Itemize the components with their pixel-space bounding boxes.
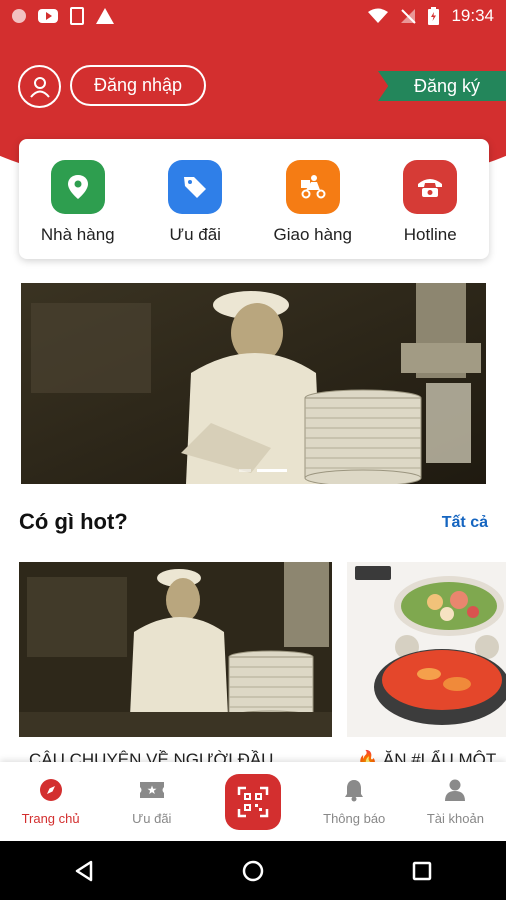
quick-action-label: Hotline: [403, 225, 457, 244]
news-card-image: [19, 562, 332, 737]
section-title: Có gì hot?: [19, 509, 128, 534]
nav-tab-qr-scan[interactable]: [202, 762, 303, 841]
see-all-link[interactable]: Tất cả: [442, 514, 488, 532]
nav-label: Thông báo: [323, 811, 386, 826]
nav-label: Tài khoản: [426, 811, 484, 826]
status-time: 19:34: [451, 6, 494, 25]
notification-dot-icon: [12, 9, 26, 23]
bell-icon: [341, 777, 367, 803]
recents-icon[interactable]: [412, 861, 432, 881]
map-pin-icon: [50, 160, 105, 214]
nav-tab-home[interactable]: Trang chủ: [0, 762, 101, 841]
quick-action-offers[interactable]: Ưu đãi: [137, 139, 255, 259]
battery-icon: [428, 7, 440, 25]
back-icon[interactable]: [74, 860, 94, 882]
nav-tab-account[interactable]: Tài khoản: [405, 762, 506, 841]
warning-icon: [96, 8, 114, 24]
quick-action-label: Ưu đãi: [169, 225, 221, 244]
status-bar: 19:34: [0, 0, 506, 32]
nav-tab-offers[interactable]: Ưu đãi: [101, 762, 202, 841]
system-navigation-bar: [0, 841, 506, 900]
quick-action-restaurants[interactable]: Nhà hàng: [19, 139, 137, 259]
banner-pagination: [239, 469, 287, 472]
tag-icon: [168, 160, 223, 214]
no-signal-icon: [401, 9, 417, 24]
pagination-dot[interactable]: [239, 469, 251, 472]
phone-icon: [403, 160, 458, 214]
nav-label: Ưu đãi: [132, 811, 172, 826]
quick-action-delivery[interactable]: Giao hàng: [254, 139, 372, 259]
pagination-dot-active[interactable]: [257, 469, 287, 472]
bottom-navigation: Trang chủ Ưu đãi Thông báo Tài khoản: [0, 762, 506, 841]
quick-actions-card: Nhà hàng Ưu đãi Giao hàng Hotline: [19, 139, 489, 259]
download-icon: [70, 7, 84, 25]
home-icon[interactable]: [242, 860, 264, 882]
news-card[interactable]: CÂU CHUYỆN VỀ NGƯỜI ĐẦU: [19, 562, 332, 767]
qr-scan-icon: [225, 773, 281, 830]
wifi-icon: [368, 8, 389, 23]
quick-action-hotline[interactable]: Hotline: [372, 139, 490, 259]
quick-action-label: Nhà hàng: [40, 225, 115, 244]
user-icon: [29, 76, 50, 98]
nav-label: Trang chủ: [21, 811, 80, 826]
avatar-button[interactable]: [18, 65, 61, 108]
compass-icon: [38, 777, 64, 803]
app-screen: 19:34 Đăng nhập Đăng ký Nhà hàng Ưu đãi …: [0, 0, 506, 900]
quick-action-label: Giao hàng: [273, 225, 352, 244]
login-button[interactable]: Đăng nhập: [70, 65, 206, 106]
ticket-icon: [139, 777, 165, 803]
youtube-icon: [38, 9, 58, 23]
news-card[interactable]: 🔥 ĂN #LẨU MỘT: [347, 562, 506, 767]
promo-banner-image[interactable]: [21, 283, 486, 484]
nav-tab-notifications[interactable]: Thông báo: [304, 762, 405, 841]
person-icon: [442, 777, 468, 803]
signup-button[interactable]: Đăng ký: [378, 71, 506, 101]
news-card-image: [347, 562, 506, 737]
delivery-scooter-icon: [285, 160, 340, 214]
